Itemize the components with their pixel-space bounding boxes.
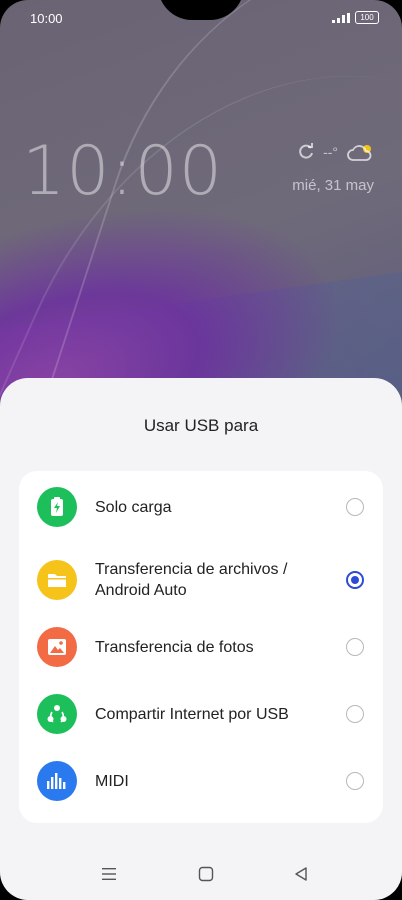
equalizer-icon bbox=[37, 761, 77, 801]
usb-options-sheet: Usar USB para Solo carga Transferencia d… bbox=[0, 378, 402, 900]
folder-icon bbox=[37, 560, 77, 600]
option-label: Transferencia de fotos bbox=[95, 638, 254, 656]
option-compartir-internet[interactable]: Compartir Internet por USB bbox=[19, 681, 383, 747]
status-time: 10:00 bbox=[30, 11, 63, 26]
radio-compartir-internet[interactable] bbox=[346, 705, 364, 723]
phone-screen: 10:00 100 10:00 --° mié, 31 may Usar USB… bbox=[0, 0, 402, 900]
battery-icon: 100 bbox=[355, 11, 379, 24]
option-label: Transferencia de archivos / Android Auto bbox=[95, 561, 288, 599]
image-icon bbox=[37, 627, 77, 667]
radio-transferencia-archivos[interactable] bbox=[346, 571, 364, 589]
sheet-title: Usar USB para bbox=[143, 416, 259, 435]
camera-notch bbox=[158, 0, 244, 20]
signal-icon bbox=[332, 13, 350, 23]
lockscreen-date: mié, 31 may bbox=[292, 177, 374, 194]
radio-transferencia-fotos[interactable] bbox=[346, 638, 364, 656]
weather-widget: --° bbox=[297, 142, 374, 162]
back-icon[interactable] bbox=[293, 866, 309, 882]
navigation-bar bbox=[0, 860, 402, 890]
weather-temperature: --° bbox=[323, 144, 338, 160]
refresh-icon bbox=[299, 143, 314, 159]
option-midi[interactable]: MIDI bbox=[19, 748, 383, 814]
menu-icon[interactable] bbox=[101, 866, 117, 882]
radio-midi[interactable] bbox=[346, 772, 364, 790]
option-label: Solo carga bbox=[95, 498, 172, 516]
lockscreen-clock: 10:00 bbox=[22, 132, 223, 211]
option-solo-carga[interactable]: Solo carga bbox=[19, 474, 383, 540]
radio-solo-carga[interactable] bbox=[346, 498, 364, 516]
option-label: Compartir Internet por USB bbox=[95, 705, 289, 723]
option-transferencia-fotos[interactable]: Transferencia de fotos bbox=[19, 614, 383, 680]
share-network-icon bbox=[37, 694, 77, 734]
home-icon[interactable] bbox=[198, 866, 214, 882]
option-label: MIDI bbox=[95, 772, 129, 790]
cloud-sun-icon bbox=[347, 145, 372, 161]
battery-charging-icon bbox=[37, 487, 77, 527]
usb-options-list: Solo carga Transferencia de archivos / A… bbox=[19, 471, 383, 823]
option-transferencia-archivos[interactable]: Transferencia de archivos / Android Auto bbox=[19, 547, 383, 613]
status-bar: 10:00 100 bbox=[0, 0, 402, 36]
